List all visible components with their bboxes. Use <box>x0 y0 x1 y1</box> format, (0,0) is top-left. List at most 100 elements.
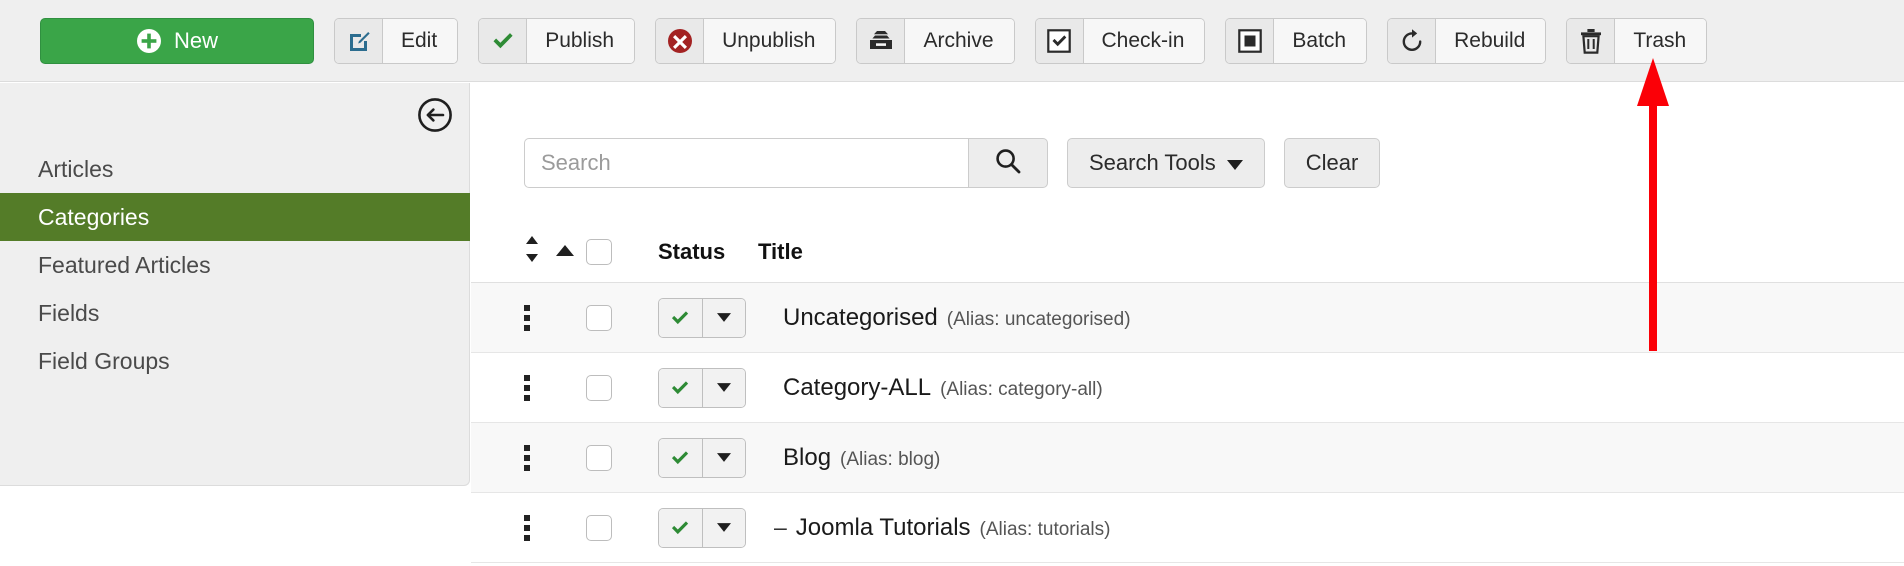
checkin-button[interactable]: Check-in <box>1034 17 1206 64</box>
edit-button-label: Edit <box>383 18 458 63</box>
checkin-button-label: Check-in <box>1083 18 1205 63</box>
sidebar-item-label: Categories <box>38 203 150 230</box>
rebuild-button[interactable]: Rebuild <box>1387 17 1547 64</box>
rebuild-button-label-neighbor: Batch <box>1274 18 1367 63</box>
row-select-cell <box>586 304 658 331</box>
drag-dots-icon[interactable] <box>524 374 530 401</box>
row-title-link[interactable]: Uncategorised <box>783 304 938 332</box>
row-title-alias: (Alias: tutorials) <box>979 518 1111 540</box>
drag-dots-icon[interactable] <box>524 514 530 541</box>
publish-button[interactable]: Publish <box>478 17 636 64</box>
search-tools-button[interactable]: Search Tools <box>1067 138 1265 188</box>
unpublish-button[interactable]: Unpublish <box>655 17 837 64</box>
square-filled-icon <box>1226 18 1275 63</box>
row-status-cell <box>658 437 758 478</box>
check-icon[interactable] <box>659 368 703 407</box>
status-split-button <box>658 367 746 408</box>
sidebar-item-label: Featured Articles <box>38 251 211 278</box>
main-toolbar: New Edit Publish Unpublish Archive Check… <box>0 0 1904 82</box>
table-row: Blog (Alias: blog) <box>471 423 1904 493</box>
trash-can-icon <box>1567 18 1616 63</box>
caret-down-icon <box>1226 150 1243 176</box>
table-row: Category-ALL (Alias: category-all) <box>471 353 1904 423</box>
new-button-label: New <box>173 27 218 53</box>
publish-button-label: Publish <box>527 18 635 63</box>
clear-button[interactable]: Clear <box>1283 138 1381 188</box>
main-content: Search Tools Clear Status Title <box>471 83 1904 566</box>
table-row: – Joomla Tutorials (Alias: tutorials) <box>471 493 1904 563</box>
sidebar-item-label: Articles <box>38 155 114 182</box>
archive-box-icon <box>857 18 906 63</box>
drag-dots-icon[interactable] <box>524 444 530 471</box>
row-select-cell <box>586 444 658 471</box>
row-title-alias: (Alias: blog) <box>840 448 941 470</box>
sidebar-item-articles[interactable]: Articles <box>0 145 470 193</box>
caret-down-icon[interactable] <box>702 508 745 547</box>
checkbox-unchecked-icon[interactable] <box>586 238 612 265</box>
caret-down-icon[interactable] <box>702 438 745 477</box>
status-split-button <box>658 437 746 478</box>
trash-button-label: Trash <box>1615 18 1707 63</box>
archive-button[interactable]: Archive <box>856 17 1015 64</box>
check-icon[interactable] <box>659 508 703 547</box>
magnifier-icon <box>994 147 1022 180</box>
row-select-cell <box>586 374 658 401</box>
row-title-alias: (Alias: category-all) <box>940 378 1103 400</box>
row-status-cell <box>658 297 758 338</box>
caret-down-icon[interactable] <box>702 298 745 337</box>
search-group <box>524 138 1048 188</box>
sidebar-item-featured-articles[interactable]: Featured Articles <box>0 241 470 289</box>
sidebar-item-field-groups[interactable]: Field Groups <box>0 337 470 385</box>
row-title-cell: – Joomla Tutorials (Alias: tutorials) <box>758 514 1904 542</box>
row-drag-cell <box>524 304 586 331</box>
sort-updown-icon[interactable] <box>524 236 540 267</box>
drag-dots-icon[interactable] <box>524 304 530 331</box>
header-title-label: Title <box>758 238 803 264</box>
checkbox-unchecked-icon[interactable] <box>586 444 612 471</box>
checkbox-unchecked-icon[interactable] <box>586 304 612 331</box>
row-title-link[interactable]: Joomla Tutorials <box>796 514 971 542</box>
sidebar: Articles Categories Featured Articles Fi… <box>0 83 470 486</box>
sidebar-item-categories[interactable]: Categories <box>0 193 470 241</box>
row-title-cell: Uncategorised (Alias: uncategorised) <box>758 304 1904 332</box>
plus-circle-icon <box>136 28 162 54</box>
row-title-link[interactable]: Blog <box>783 444 831 472</box>
header-select-all-cell <box>586 238 658 265</box>
sidebar-nav: Articles Categories Featured Articles Fi… <box>0 145 470 385</box>
checkbox-unchecked-icon[interactable] <box>586 374 612 401</box>
header-status-label: Status <box>658 238 726 264</box>
archive-button-label: Archive <box>905 18 1014 63</box>
checkbox-checked-icon <box>1035 18 1084 63</box>
search-tools-label: Search Tools <box>1089 150 1216 175</box>
row-status-cell <box>658 367 758 408</box>
row-title-cell: Blog (Alias: blog) <box>758 444 1904 472</box>
sidebar-item-fields[interactable]: Fields <box>0 289 470 337</box>
circle-arrow-left-icon[interactable] <box>417 97 453 133</box>
times-circle-icon <box>656 18 705 63</box>
new-button[interactable]: New <box>40 17 314 64</box>
search-input[interactable] <box>524 138 968 188</box>
edit-button[interactable]: Edit <box>334 17 459 64</box>
check-icon[interactable] <box>659 298 703 337</box>
checkbox-unchecked-icon[interactable] <box>586 514 612 541</box>
categories-table: Status Title Uncategorised (Alias: uncat… <box>471 221 1904 563</box>
caret-down-icon[interactable] <box>702 368 745 407</box>
search-submit-button[interactable] <box>968 138 1048 188</box>
row-drag-cell <box>524 444 586 471</box>
check-icon[interactable] <box>659 438 703 477</box>
caret-up-icon[interactable] <box>556 243 574 261</box>
status-split-button <box>658 507 746 548</box>
batch-button[interactable]: Batch <box>1225 17 1368 64</box>
row-title-link[interactable]: Category-ALL <box>783 374 931 402</box>
table-header-row: Status Title <box>471 221 1904 283</box>
row-select-cell <box>586 514 658 541</box>
check-icon <box>479 18 528 63</box>
rebuild-button-label: Rebuild <box>1436 18 1546 63</box>
refresh-arrow-icon <box>1388 18 1437 63</box>
row-status-cell <box>658 507 758 548</box>
row-title-cell: Category-ALL (Alias: category-all) <box>758 374 1904 402</box>
trash-button[interactable]: Trash <box>1566 17 1708 64</box>
status-split-button <box>658 297 746 338</box>
row-drag-cell <box>524 374 586 401</box>
row-title-alias: (Alias: uncategorised) <box>946 308 1131 330</box>
